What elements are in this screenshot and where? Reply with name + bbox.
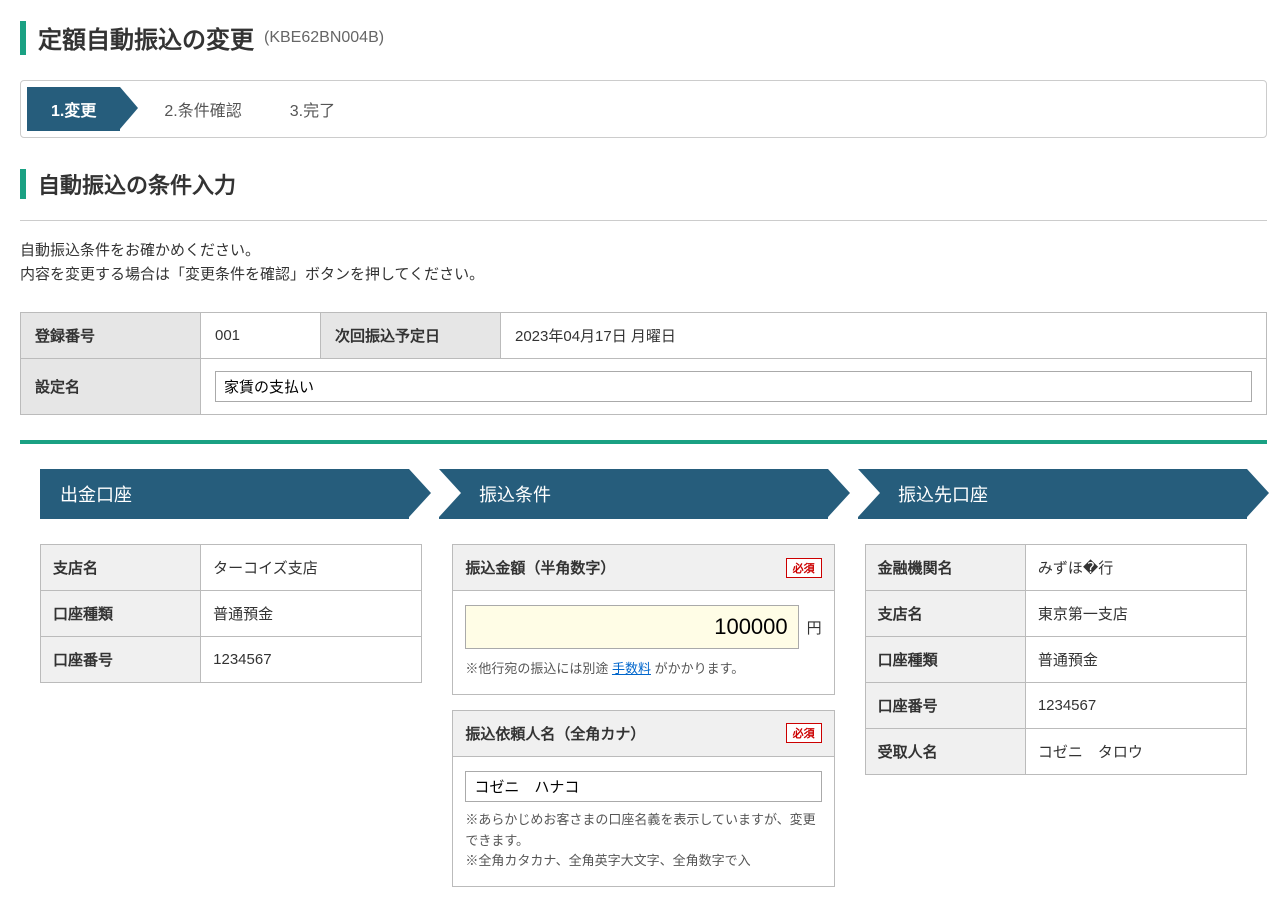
dest-bank-label: 金融機関名 [865, 545, 1025, 591]
withdraw-type-value: 普通預金 [201, 591, 422, 637]
required-badge: 必須 [786, 558, 822, 578]
main-panel: 出金口座 振込条件 振込先口座 支店名 ターコイズ支店 口座種類 普通預金 [20, 440, 1267, 902]
arrow-conditions: 振込条件 [439, 469, 828, 519]
page-title-accent [20, 21, 26, 55]
next-date-label: 次回振込予定日 [321, 313, 501, 359]
requester-name-input[interactable] [465, 771, 821, 802]
dest-recipient-label: 受取人名 [865, 729, 1025, 775]
step-change[interactable]: 1.変更 [27, 87, 120, 131]
dest-type-value: 普通預金 [1025, 637, 1246, 683]
name-header: 振込依頼人名（全角カナ） 必須 [452, 710, 834, 757]
divider [20, 220, 1267, 221]
dest-number-value: 1234567 [1025, 683, 1246, 729]
setting-name-label: 設定名 [21, 359, 201, 415]
dest-recipient-value: コゼニ タロウ [1025, 729, 1246, 775]
reg-no-value: 001 [201, 313, 321, 359]
yen-label: 円 [807, 617, 822, 638]
amount-label: 振込金額（半角数字） [465, 557, 615, 578]
withdraw-number-label: 口座番号 [41, 637, 201, 683]
step-confirm[interactable]: 2.条件確認 [140, 87, 265, 131]
page-title: 定額自動振込の変更 [38, 20, 254, 55]
step-bar: 1.変更 2.条件確認 3.完了 [20, 80, 1267, 138]
withdraw-column: 支店名 ターコイズ支店 口座種類 普通預金 口座番号 1234567 [40, 544, 422, 683]
intro-line-1: 自動振込条件をお確かめください。 [20, 239, 1267, 263]
dest-bank-value: みずほ�行 [1025, 545, 1246, 591]
section-title: 自動振込の条件入力 [38, 168, 236, 200]
withdraw-type-label: 口座種類 [41, 591, 201, 637]
withdraw-number-value: 1234567 [201, 637, 422, 683]
section-title-block: 自動振込の条件入力 [20, 168, 1267, 200]
arrow-bar: 出金口座 振込条件 振込先口座 [40, 469, 1247, 519]
page-title-block: 定額自動振込の変更 (KBE62BN004B) [20, 20, 1267, 55]
name-label: 振込依頼人名（全角カナ） [465, 723, 645, 744]
arrow-withdraw: 出金口座 [40, 469, 409, 519]
amount-header: 振込金額（半角数字） 必須 [452, 544, 834, 591]
step-complete[interactable]: 3.完了 [266, 87, 359, 131]
destination-column: 金融機関名 みずほ�行 支店名 東京第一支店 口座種類 普通預金 口座番号 12… [865, 544, 1247, 775]
setting-name-input[interactable] [215, 371, 1252, 402]
withdraw-branch-value: ターコイズ支店 [201, 545, 422, 591]
withdraw-table: 支店名 ターコイズ支店 口座種類 普通預金 口座番号 1234567 [40, 544, 422, 683]
info-table: 登録番号 001 次回振込予定日 2023年04月17日 月曜日 設定名 [20, 312, 1267, 415]
section-title-accent [20, 169, 26, 199]
required-badge-2: 必須 [786, 723, 822, 743]
reg-no-label: 登録番号 [21, 313, 201, 359]
fee-link[interactable]: 手数料 [612, 661, 651, 676]
next-date-value: 2023年04月17日 月曜日 [501, 313, 1267, 359]
dest-branch-value: 東京第一支店 [1025, 591, 1246, 637]
dest-type-label: 口座種類 [865, 637, 1025, 683]
name-note-1: ※あらかじめお客さまの口座名義を表示していますが、変更できます。 [465, 810, 821, 852]
dest-branch-label: 支店名 [865, 591, 1025, 637]
conditions-column: 振込金額（半角数字） 必須 円 ※他行宛の振込には別途 手数料 がかかります。 [452, 544, 834, 902]
intro-text: 自動振込条件をお確かめください。 内容を変更する場合は「変更条件を確認」ボタンを… [20, 239, 1267, 287]
intro-line-2: 内容を変更する場合は「変更条件を確認」ボタンを押してください。 [20, 263, 1267, 287]
name-note-2: ※全角カタカナ、全角英字大文字、全角数字で入 [465, 851, 821, 872]
destination-table: 金融機関名 みずほ�行 支店名 東京第一支店 口座種類 普通預金 口座番号 12… [865, 544, 1247, 775]
page-code: (KBE62BN004B) [264, 29, 384, 47]
amount-note: ※他行宛の振込には別途 手数料 がかかります。 [465, 659, 821, 680]
withdraw-branch-label: 支店名 [41, 545, 201, 591]
dest-number-label: 口座番号 [865, 683, 1025, 729]
amount-input[interactable] [465, 605, 798, 649]
arrow-destination: 振込先口座 [858, 469, 1247, 519]
